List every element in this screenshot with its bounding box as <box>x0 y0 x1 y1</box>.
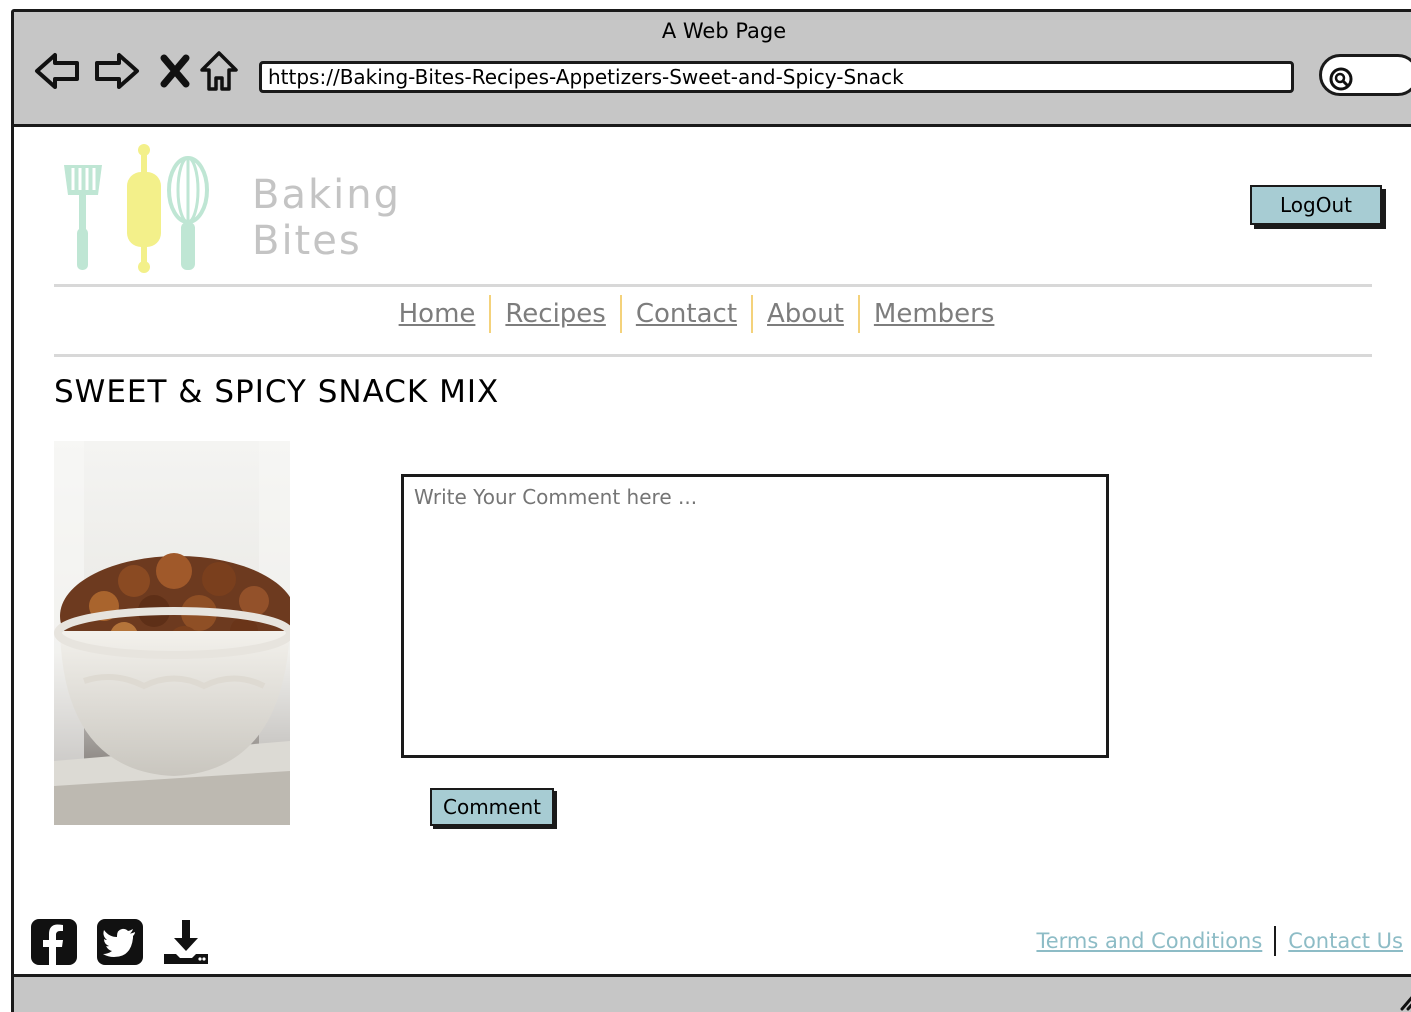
close-icon <box>160 54 190 88</box>
browser-window: A Web Page https://Baking-Bites-Recipes-… <box>11 9 1411 1012</box>
logout-button[interactable]: LogOut <box>1250 185 1382 225</box>
site-logo[interactable]: Baking Bites <box>62 140 399 280</box>
divider-bottom <box>54 354 1372 357</box>
twitter-icon <box>97 919 143 965</box>
home-button[interactable] <box>194 46 244 96</box>
recipe-photo <box>54 441 290 825</box>
kitchen-utensils-logo-icon <box>64 144 209 273</box>
contact-us-link[interactable]: Contact Us <box>1288 929 1403 953</box>
arrow-right-icon <box>95 53 139 89</box>
facebook-link[interactable] <box>30 918 78 968</box>
window-title: A Web Page <box>661 19 787 43</box>
resize-grip-icon[interactable] <box>1400 989 1411 1011</box>
url-bar[interactable]: https://Baking-Bites-Recipes-Appetizers-… <box>259 61 1294 93</box>
nav-item-members[interactable]: Members <box>860 294 1009 334</box>
footer-links: Terms and Conditions Contact Us <box>1036 926 1403 956</box>
forward-button[interactable] <box>92 46 142 96</box>
footer-separator <box>1274 926 1277 956</box>
home-icon <box>200 51 238 91</box>
nav-item-home[interactable]: Home <box>385 294 490 334</box>
logo-text-line2: Bites <box>252 218 362 264</box>
nav-item-recipes[interactable]: Recipes <box>491 294 619 334</box>
nav-item-about[interactable]: About <box>753 294 858 334</box>
download-link[interactable] <box>162 918 210 968</box>
search-icon <box>1329 67 1353 91</box>
download-icon <box>164 920 208 964</box>
facebook-icon <box>31 919 77 965</box>
divider-top <box>54 284 1372 287</box>
browser-chrome: A Web Page https://Baking-Bites-Recipes-… <box>14 12 1411 127</box>
logo-text: Baking Bites <box>252 172 401 264</box>
logo-text-line1: Baking <box>252 172 401 218</box>
twitter-link[interactable] <box>96 918 144 968</box>
main-navigation: Home Recipes Contact About Members <box>14 294 1404 334</box>
nav-item-contact[interactable]: Contact <box>622 294 751 334</box>
stop-button[interactable] <box>150 46 200 96</box>
comment-submit-button[interactable]: Comment <box>430 788 554 826</box>
comment-input[interactable] <box>401 474 1109 758</box>
browser-search-field[interactable] <box>1319 54 1411 96</box>
arrow-left-icon <box>35 53 79 89</box>
status-bar <box>14 974 1411 1012</box>
terms-link[interactable]: Terms and Conditions <box>1036 929 1262 953</box>
back-button[interactable] <box>32 46 82 96</box>
page-title: SWEET & SPICY SNACK MIX <box>54 374 500 410</box>
